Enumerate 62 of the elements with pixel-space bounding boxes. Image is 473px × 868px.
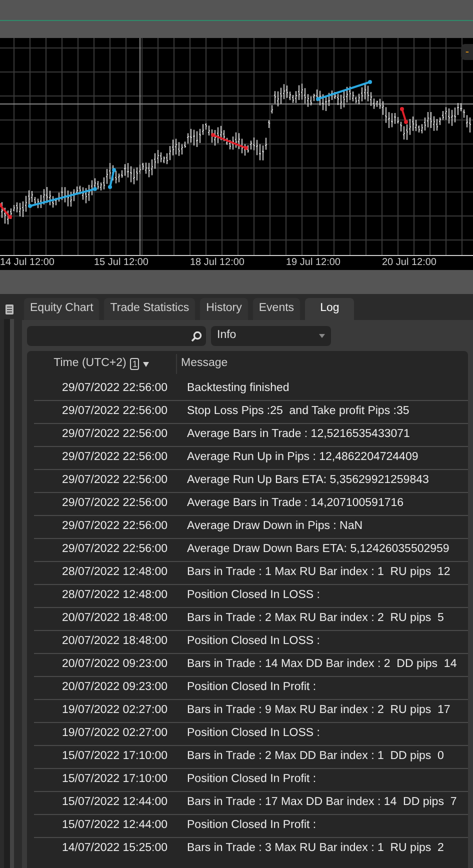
- message-cell-text: Bars in Trade : 17 Max DD Bar index : 14 DD pips 7: [187, 795, 457, 810]
- axis-label: 19 Jul 12:00: [286, 256, 340, 269]
- time-cell-text: 20/07/2022 18:48:00: [61, 611, 169, 626]
- axis-label: 15 Jul 12:00: [94, 256, 148, 269]
- price-tag: -: [461, 44, 473, 60]
- message-cell-text: Bars in Trade : 1 Max RU Bar index : 1 RU pips 12: [187, 565, 450, 580]
- message-cell-text: Bars in Trade : 2 Max RU Bar index : 2 RU pips 5: [187, 611, 444, 626]
- time-cell-text: 29/07/2022 22:56:00: [61, 427, 169, 442]
- time-cell-text: 15/07/2022 12:44:00: [61, 795, 169, 810]
- sort-order-badge: 1: [130, 358, 140, 370]
- tab[interactable]: Log: [305, 298, 354, 320]
- time-cell-text: 15/07/2022 17:10:00: [61, 772, 169, 788]
- message-cell-text: Position Closed In Profit :: [187, 680, 316, 696]
- time-cell-text: 29/07/2022 22:56:00: [61, 496, 169, 512]
- time-cell-text: 29/07/2022 22:56:00: [61, 450, 169, 466]
- message-cell-text: Average Draw Down in Pips : NaN: [187, 519, 363, 534]
- message-cell-text: Position Closed In Profit :: [187, 772, 316, 788]
- message-cell-text: Average Draw Down Bars ETA: 5,12426035502959: [187, 542, 450, 558]
- message-cell-text: Position Closed In Profit :: [187, 818, 316, 834]
- column-header[interactable]: Time (UTC+2): [54, 355, 126, 373]
- time-cell-text: 29/07/2022 22:56:00: [61, 380, 169, 396]
- time-cell-text: 20/07/2022 09:23:00: [61, 657, 169, 672]
- column-header[interactable]: Message: [177, 355, 228, 373]
- list-icon[interactable]: [5, 304, 14, 315]
- time-cell-text: 19/07/2022 02:27:00: [61, 703, 169, 718]
- message-cell-text: Bars in Trade : 9 Max RU Bar index : 2 RU pips 17: [187, 703, 450, 718]
- message-cell-text: Stop Loss Pips :25 and Take profit Pips :35: [187, 404, 410, 420]
- search-icon: [191, 330, 202, 342]
- time-cell-text: 29/07/2022 22:56:00: [61, 473, 169, 488]
- time-cell-text: 29/07/2022 22:56:00: [61, 519, 169, 534]
- tab[interactable]: Trade Statistics: [104, 298, 196, 320]
- time-cell-text: 15/07/2022 17:10:00: [61, 749, 169, 764]
- axis-label: 20 Jul 12:00: [382, 256, 436, 269]
- message-cell-text: Bars in Trade : 2 Max DD Bar index : 1 DD pips 0: [187, 749, 444, 764]
- time-cell-text: 29/07/2022 22:56:00: [61, 542, 169, 558]
- time-cell-text: 15/07/2022 12:44:00: [61, 818, 169, 834]
- time-cell-text: 20/07/2022 09:23:00: [61, 680, 169, 696]
- message-cell-text: Bars in Trade : 14 Max DD Bar index : 2 DD pips 14: [187, 657, 457, 672]
- message-cell-text: Average Run Up Bars ETA: 5,35629921259843: [187, 473, 429, 488]
- time-cell-text: 28/07/2022 12:48:00: [61, 588, 169, 604]
- axis-label: 18 Jul 12:00: [190, 256, 244, 269]
- message-cell-text: Average Bars in Trade : 12,5216535433071: [187, 427, 410, 442]
- time-cell-text: 19/07/2022 02:27:00: [61, 726, 169, 742]
- message-cell-text: Position Closed In LOSS :: [187, 588, 320, 604]
- message-cell-text: Average Bars in Trade : 14,207100591716: [187, 496, 404, 512]
- message-cell-text: Position Closed In LOSS :: [187, 634, 320, 650]
- search-field[interactable]: [27, 326, 206, 346]
- caret-icon: [319, 334, 325, 338]
- message-cell-text: Backtesting finished: [187, 380, 290, 396]
- axis-label: 14 Jul 12:00: [0, 256, 54, 269]
- level-dropdown[interactable]: Info: [211, 326, 331, 346]
- time-cell-text: 20/07/2022 18:48:00: [61, 634, 169, 650]
- time-cell-text: 14/07/2022 15:25:00: [61, 841, 169, 856]
- tab[interactable]: History: [200, 298, 248, 320]
- time-cell-text: 29/07/2022 22:56:00: [61, 404, 169, 420]
- tab[interactable]: Events: [252, 298, 300, 320]
- message-cell-text: Position Closed In LOSS :: [187, 726, 320, 742]
- message-cell-text: Bars in Trade : 3 Max RU Bar index : 1 RU pips 2: [187, 841, 444, 856]
- sort-down-icon: [143, 362, 150, 366]
- tab[interactable]: Equity Chart: [24, 298, 100, 320]
- time-cell-text: 28/07/2022 12:48:00: [61, 565, 169, 580]
- message-cell-text: Average Run Up in Pips : 12,4862204724409: [187, 450, 418, 466]
